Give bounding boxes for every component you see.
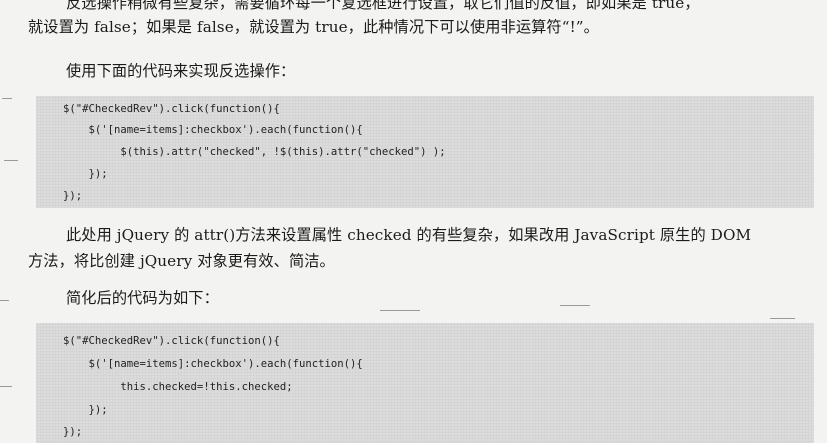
code-line: $('[name=items]:checkbox').each(function… [63,358,363,370]
paragraph-simplified-lead-in: 简化后的代码为如下： [66,289,219,307]
book-page: 反选操作稍微有些复杂，需要循环每一个复选框进行设置，取它们值的反值，即如果是 t… [0,0,827,443]
code-line: $("#CheckedRev").click(function(){ [63,103,280,115]
scan-speck [0,300,9,301]
paragraph-dom-note-line-2: 方法，将比创建 jQuery 对象更有效、简洁。 [28,252,335,270]
scan-speck [2,98,12,99]
scan-speck [4,160,18,161]
code-line: $(this).attr("checked", !$(this).attr("c… [63,146,446,158]
scan-speck [770,318,795,319]
paragraph-code-lead-in: 使用下面的代码来实现反选操作： [66,62,296,80]
paragraph-intro-line-2: 就设置为 false；如果是 false，就设置为 true，此种情况下可以使用… [28,18,599,36]
code-line: }); [63,168,108,180]
code-line: }); [63,426,83,438]
code-line: this.checked=!this.checked; [63,381,293,393]
code-line: $('[name=items]:checkbox').each(function… [63,124,363,136]
paragraph-dom-note-line-1: 此处用 jQuery 的 attr()方法来设置属性 checked 的有些复杂… [66,226,752,244]
code-block-attr-version: $("#CheckedRev").click(function(){ $('[n… [36,96,814,208]
code-block-simplified-version: $("#CheckedRev").click(function(){ $('[n… [36,323,814,443]
scan-speck [0,386,12,387]
scan-speck [560,305,590,306]
code-line: $("#CheckedRev").click(function(){ [63,335,280,347]
scan-speck [380,310,420,311]
code-line: }); [63,190,83,202]
code-line: }); [63,404,108,416]
paragraph-intro-line-1: 反选操作稍微有些复杂，需要循环每一个复选框进行设置，取它们值的反值，即如果是 t… [66,0,700,12]
